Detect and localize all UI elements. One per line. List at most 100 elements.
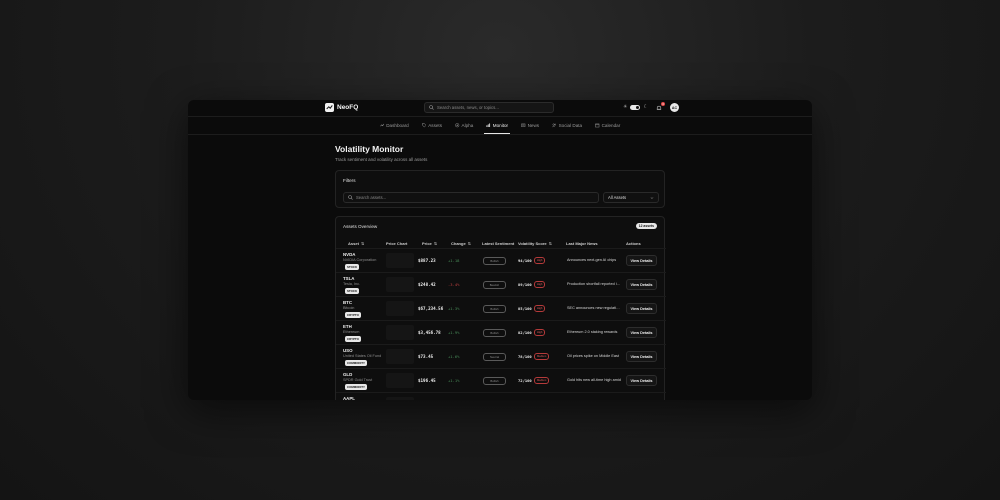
sentiment-badge: Bullish — [483, 329, 506, 337]
price-change: +1.9% — [448, 330, 460, 335]
col-header-change[interactable]: Change ⇅ — [451, 241, 471, 246]
latest-news-text[interactable]: Ethereum 2.0 staking rewards — [567, 330, 621, 334]
nav-label: Calendar — [601, 123, 621, 128]
volatility-score: 78/100 — [518, 354, 532, 359]
price-change: +1.18 — [448, 258, 460, 263]
asset-type-badge: STOCK — [345, 264, 360, 270]
nav-item-alpha[interactable]: Alpha — [453, 117, 475, 134]
top-bar: NeoFQ ☀ ☾ 3 AC — [188, 100, 812, 117]
latest-news-text[interactable]: SEC announces new regulations — [567, 306, 621, 310]
search-icon — [348, 195, 353, 200]
global-search[interactable] — [424, 102, 554, 113]
col-header-label: Latest Sentiment — [482, 241, 515, 246]
col-header-price[interactable]: Price ⇅ — [422, 241, 437, 246]
nav-item-dashboard[interactable]: Dashboard — [378, 117, 411, 134]
filters-title: Filters — [343, 178, 356, 183]
newspaper-icon — [521, 123, 526, 128]
chart-icon — [486, 123, 491, 127]
asset-symbol[interactable]: BTC — [343, 300, 352, 305]
sort-icon: ⇅ — [548, 241, 552, 246]
nav-item-monitor[interactable]: Monitor — [484, 117, 511, 134]
page-subtitle: Track sentiment and volatility across al… — [335, 157, 428, 162]
volatility-level-badge: Medium — [534, 377, 550, 384]
calendar-icon — [595, 123, 600, 128]
asset-name: SPDR Gold Trust — [343, 378, 373, 382]
col-header-news: Last Major News — [566, 241, 598, 246]
table-row: NVDA NVIDIA Corporation STOCK $887.23 +1.18 B… — [336, 248, 666, 273]
price-sparkline — [386, 349, 414, 364]
latest-news-text[interactable]: Production shortfall reported in Q3 — [567, 282, 621, 286]
asset-symbol[interactable]: GLD — [343, 372, 352, 377]
notification-count-badge: 3 — [660, 102, 665, 106]
col-header-price-chart: Price Chart — [386, 241, 407, 246]
asset-type-badge: COMMODITY — [345, 384, 367, 390]
nav-label: Social Data — [558, 123, 583, 128]
view-details-button[interactable]: View Details — [626, 375, 657, 386]
view-details-button[interactable]: View Details — [626, 303, 657, 314]
tag-icon — [421, 123, 427, 128]
col-header-asset[interactable]: Asset ⇅ — [348, 241, 364, 246]
asset-price: $67,234.56 — [418, 306, 444, 311]
latest-news-text[interactable]: Oil prices spike on Middle East — [567, 354, 621, 358]
price-sparkline — [386, 253, 414, 268]
price-change: +1.6% — [448, 354, 460, 359]
sort-icon: ⇅ — [467, 241, 472, 246]
volatility-score: 89/100 — [518, 282, 532, 287]
volatility-level-badge: High — [534, 305, 546, 312]
volatility-level-badge: High — [534, 257, 546, 264]
logo-text: NeoFQ — [337, 104, 359, 111]
latest-news-text[interactable]: Gold hits new all-time high amid — [567, 378, 621, 382]
global-search-input[interactable] — [437, 105, 547, 110]
nav-item-news[interactable]: News — [519, 117, 541, 134]
assets-overview-card: Assets Overview 12 assets Asset ⇅ Price C… — [335, 216, 666, 400]
trend-icon — [379, 123, 385, 127]
asset-symbol[interactable]: USO — [343, 348, 353, 353]
logo[interactable]: NeoFQ — [325, 103, 358, 112]
asset-search[interactable] — [343, 192, 599, 203]
asset-symbol[interactable]: NVDA — [343, 252, 355, 257]
col-header-sentiment: Latest Sentiment — [482, 241, 514, 246]
view-details-button[interactable]: View Details — [626, 327, 657, 338]
asset-symbol[interactable]: TSLA — [343, 276, 354, 281]
view-details-button[interactable]: View Details — [626, 351, 657, 362]
target-icon — [455, 123, 460, 128]
col-header-label: Price Chart — [386, 241, 408, 246]
asset-symbol[interactable]: AAPL — [343, 396, 355, 400]
search-icon — [429, 105, 434, 110]
nav-label: Monitor — [492, 122, 509, 128]
view-details-button[interactable]: View Details — [626, 279, 657, 290]
asset-name: Bitcoin — [343, 306, 355, 310]
nav-item-assets[interactable]: Assets — [420, 117, 444, 134]
notifications-button[interactable]: 3 — [656, 102, 665, 111]
sentiment-badge: Bearish — [483, 281, 506, 289]
chevron-down-icon — [650, 196, 654, 199]
filters-card: Filters All Assets — [335, 170, 665, 208]
asset-search-input[interactable] — [356, 195, 586, 200]
price-change: +1.3% — [448, 306, 460, 311]
asset-name: Tesla, Inc. — [343, 282, 361, 286]
nav-item-social-data[interactable]: Social Data — [550, 117, 584, 134]
latest-news-text[interactable]: Announces next-gen AI chips — [567, 258, 621, 262]
col-header-label: Actions — [626, 241, 641, 246]
nav-item-calendar[interactable]: Calendar — [593, 117, 622, 134]
asset-price: $73.45 — [418, 354, 434, 359]
people-icon — [552, 123, 557, 128]
col-header-label: Price — [422, 241, 432, 246]
avatar[interactable]: AC — [669, 103, 679, 112]
sort-icon: ⇅ — [433, 241, 438, 246]
asset-symbol[interactable]: ETH — [343, 324, 352, 329]
table-row: ETH Ethereum CRYPTO $3,456.78 +1.9% Bullish 82… — [336, 320, 666, 345]
col-header-volatility[interactable]: Volatility Score ⇅ — [518, 241, 552, 246]
price-sparkline — [386, 373, 414, 388]
volatility-level-badge: High — [534, 329, 546, 336]
asset-type-select[interactable]: All Assets — [603, 192, 659, 203]
header-actions: ☀ ☾ 3 AC — [623, 102, 679, 112]
nav-label: News — [527, 123, 540, 128]
table-row: GLD SPDR Gold Trust COMMODITY $196.45 +1.1% B… — [336, 368, 666, 393]
col-header-label: Volatility Score — [518, 241, 547, 246]
view-details-button[interactable]: View Details — [626, 255, 657, 266]
theme-toggle[interactable] — [630, 105, 641, 110]
overview-title: Assets Overview — [343, 224, 378, 229]
sun-icon: ☀ — [623, 104, 628, 110]
nav-label: Dashboard — [386, 123, 409, 128]
